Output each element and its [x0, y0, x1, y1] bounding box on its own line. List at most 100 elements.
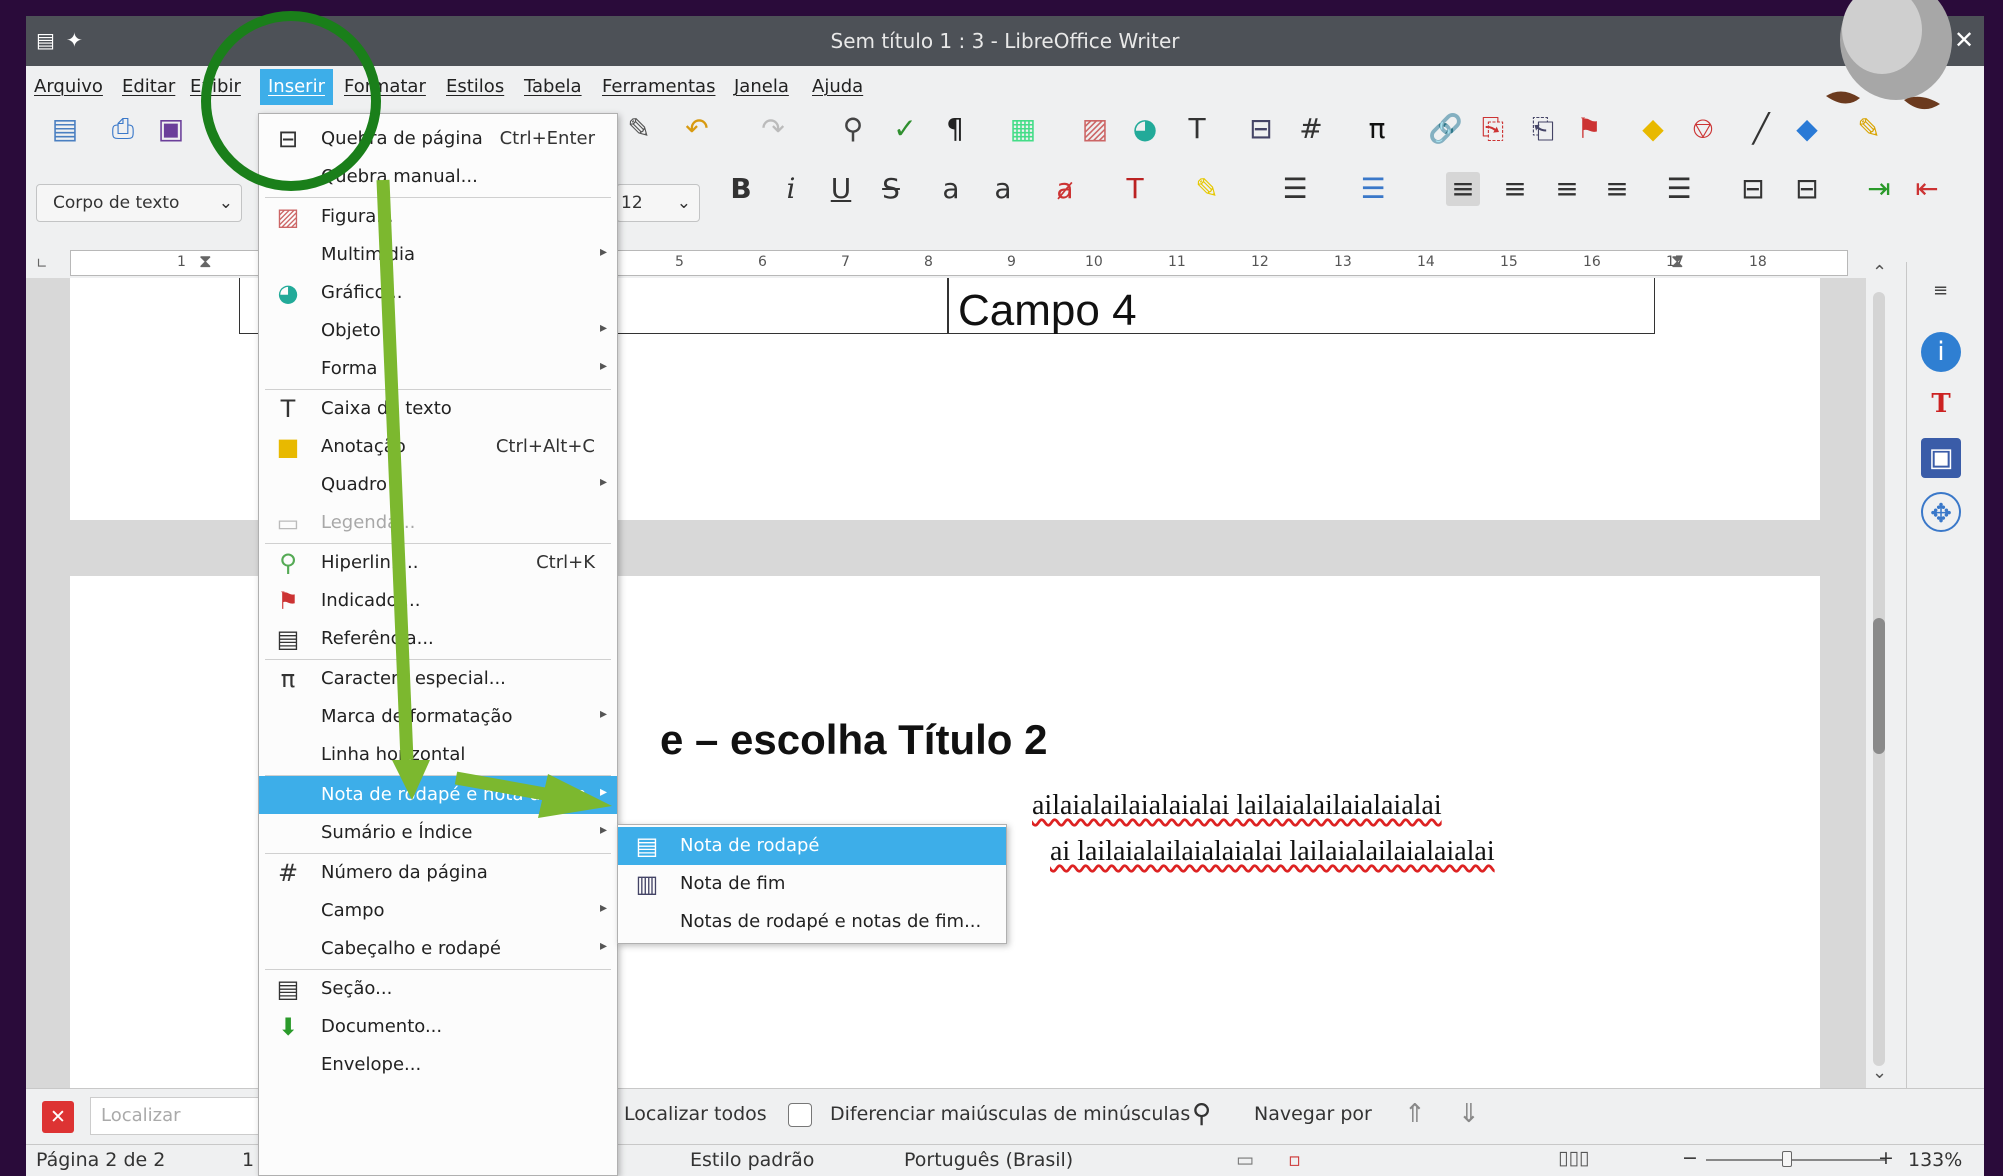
- increase-indent-icon[interactable]: ⇥: [1862, 172, 1896, 206]
- menu-ferramentas[interactable]: Ferramentas: [602, 76, 715, 97]
- insert-textbox-icon[interactable]: T: [1180, 112, 1214, 146]
- justify-icon[interactable]: ≡: [1600, 172, 1634, 206]
- new-document-icon[interactable]: ▤: [48, 112, 82, 146]
- insert-menu-item[interactable]: # Número da página: [259, 854, 617, 892]
- insert-menu-item[interactable]: ◕ Gráfico...: [259, 274, 617, 312]
- insert-menu-item[interactable]: Cabeçalho e rodapé ▸: [259, 930, 617, 968]
- vertical-scrollbar[interactable]: ⌃ ⌄: [1866, 262, 1906, 1092]
- close-window-icon[interactable]: ✕: [1954, 26, 1974, 54]
- align-right-icon[interactable]: ≡: [1550, 172, 1584, 206]
- insert-menu-item[interactable]: Quadro ▸: [259, 466, 617, 504]
- gallery-icon[interactable]: ▣: [1921, 438, 1961, 478]
- insert-menu-item[interactable]: Envelope...: [259, 1046, 617, 1084]
- save-icon[interactable]: ▣: [154, 112, 188, 146]
- print-icon[interactable]: ⎙: [106, 112, 140, 146]
- insert-menu-item[interactable]: ⊟ Quebra de página Ctrl+Enter: [259, 120, 617, 158]
- insert-line-icon[interactable]: ╱: [1744, 112, 1778, 146]
- navigator-icon[interactable]: ✥: [1921, 492, 1961, 532]
- numbered-list-icon[interactable]: ☰: [1356, 172, 1390, 206]
- insert-chart-icon[interactable]: ◕: [1128, 112, 1162, 146]
- insert-menu-item[interactable]: Objeto ▸: [259, 312, 617, 350]
- insert-menu-item[interactable]: Quebra manual...: [259, 158, 617, 196]
- styles-icon[interactable]: T: [1921, 384, 1961, 424]
- find-replace-icon[interactable]: ⚲: [836, 112, 870, 146]
- redo-icon[interactable]: ↷: [756, 112, 790, 146]
- view-layout-icon[interactable]: ▯▯▯: [1558, 1147, 1589, 1169]
- insert-menu-item[interactable]: ■ Anotação Ctrl+Alt+C: [259, 428, 617, 466]
- footnote-submenu-item[interactable]: ▤ Nota de rodapé: [618, 827, 1006, 865]
- insert-menu-item[interactable]: Linha horizontal: [259, 736, 617, 774]
- zoom-slider[interactable]: [1706, 1159, 1886, 1161]
- bold-icon[interactable]: B: [724, 172, 758, 206]
- insert-image-icon[interactable]: ▨: [1078, 112, 1112, 146]
- insert-menu-item[interactable]: ▨ Figura...: [259, 198, 617, 236]
- footnote-submenu-item[interactable]: Notas de rodapé e notas de fim...: [618, 903, 1006, 941]
- track-changes-icon[interactable]: ⎊: [1686, 112, 1720, 146]
- increase-paragraph-spacing-icon[interactable]: ⊟: [1736, 172, 1770, 206]
- align-center-icon[interactable]: ≡: [1498, 172, 1532, 206]
- menu-formatar[interactable]: Formatar: [344, 76, 426, 97]
- scrollbar-thumb[interactable]: [1873, 618, 1885, 754]
- document-modified-icon[interactable]: ▫: [1288, 1149, 1301, 1171]
- special-character-icon[interactable]: π: [1360, 112, 1394, 146]
- menu-arquivo[interactable]: Arquivo: [34, 76, 103, 97]
- strikethrough-icon[interactable]: S: [874, 172, 908, 206]
- insert-menu-item[interactable]: ⚑ Indicador...: [259, 582, 617, 620]
- zoom-level[interactable]: 133%: [1908, 1149, 1962, 1171]
- page-count[interactable]: Página 2 de 2: [36, 1149, 165, 1171]
- menu-inserir[interactable]: Inserir: [260, 69, 333, 105]
- language[interactable]: Português (Brasil): [904, 1149, 1073, 1171]
- insert-field-icon[interactable]: #: [1294, 112, 1328, 146]
- insert-table-icon[interactable]: ▦: [1006, 112, 1040, 146]
- font-color-icon[interactable]: T: [1118, 172, 1152, 206]
- sidebar-menu-icon[interactable]: ≡: [1933, 280, 1948, 301]
- close-findbar-icon[interactable]: ✕: [42, 1101, 74, 1133]
- paragraph-style-combo[interactable]: Corpo de texto ⌄: [36, 184, 242, 222]
- left-indent-marker[interactable]: ⧗: [199, 251, 212, 272]
- insert-menu-item[interactable]: ⚲ Hiperlink... Ctrl+K: [259, 544, 617, 582]
- menu-exibir[interactable]: Exibir: [190, 76, 241, 97]
- insert-menu-item[interactable]: Nota de rodapé e nota de fim ▸: [259, 776, 617, 814]
- formatting-marks-icon[interactable]: ¶: [938, 112, 972, 146]
- footnote-submenu-item[interactable]: ▥ Nota de fim: [618, 865, 1006, 903]
- insert-menu-item[interactable]: π Caractere especial...: [259, 660, 617, 698]
- insert-endnote-icon[interactable]: ⎗: [1526, 112, 1560, 146]
- menu-tabela[interactable]: Tabela: [524, 76, 582, 97]
- superscript-icon[interactable]: a: [934, 172, 968, 206]
- right-indent-marker[interactable]: ⧗: [1671, 251, 1684, 272]
- align-left-icon[interactable]: ≡: [1446, 172, 1480, 206]
- clone-formatting-icon[interactable]: ✎: [622, 112, 656, 146]
- subscript-icon[interactable]: a: [986, 172, 1020, 206]
- insert-menu-item[interactable]: Forma ▸: [259, 350, 617, 388]
- table-cell[interactable]: Campo 4: [958, 286, 1137, 336]
- insert-menu-item[interactable]: Sumário e Índice ▸: [259, 814, 617, 852]
- font-size-combo[interactable]: 12 ⌄: [616, 184, 700, 222]
- insert-comment-icon[interactable]: ◆: [1636, 112, 1670, 146]
- insert-hyperlink-icon[interactable]: 🔗: [1428, 112, 1463, 146]
- insert-footnote-icon[interactable]: ⎘: [1476, 112, 1510, 146]
- highlight-color-icon[interactable]: ✎: [1190, 172, 1224, 206]
- menu-ajuda[interactable]: Ajuda: [812, 76, 863, 97]
- navigate-up-icon[interactable]: ⇑: [1404, 1099, 1426, 1129]
- decrease-paragraph-spacing-icon[interactable]: ⊟: [1790, 172, 1824, 206]
- scroll-up-icon[interactable]: ⌃: [1872, 262, 1887, 283]
- insert-menu-item[interactable]: Campo ▸: [259, 892, 617, 930]
- underline-icon[interactable]: U: [824, 172, 858, 206]
- find-replace-icon[interactable]: ⚲: [1192, 1099, 1211, 1129]
- insert-menu-item[interactable]: Marca de formatação ▸: [259, 698, 617, 736]
- match-case-checkbox[interactable]: [788, 1103, 812, 1127]
- navigate-down-icon[interactable]: ⇓: [1458, 1099, 1480, 1129]
- insert-menu-item[interactable]: ⬇ Documento...: [259, 1008, 617, 1046]
- find-input[interactable]: Localizar: [90, 1097, 260, 1135]
- menu-janela[interactable]: Janela: [734, 76, 789, 97]
- bullet-list-icon[interactable]: ☰: [1278, 172, 1312, 206]
- insert-bookmark-icon[interactable]: ⚑: [1572, 112, 1606, 146]
- selection-mode-icon[interactable]: ▭: [1236, 1149, 1254, 1171]
- zoom-in-icon[interactable]: +: [1878, 1147, 1894, 1169]
- clear-formatting-icon[interactable]: ⱥ: [1048, 172, 1082, 206]
- menu-estilos[interactable]: Estilos: [446, 76, 504, 97]
- insert-menu-item[interactable]: Multimídia ▸: [259, 236, 617, 274]
- properties-icon[interactable]: i: [1921, 332, 1961, 372]
- zoom-out-icon[interactable]: −: [1682, 1147, 1698, 1169]
- insert-menu-item[interactable]: ▤ Seção...: [259, 970, 617, 1008]
